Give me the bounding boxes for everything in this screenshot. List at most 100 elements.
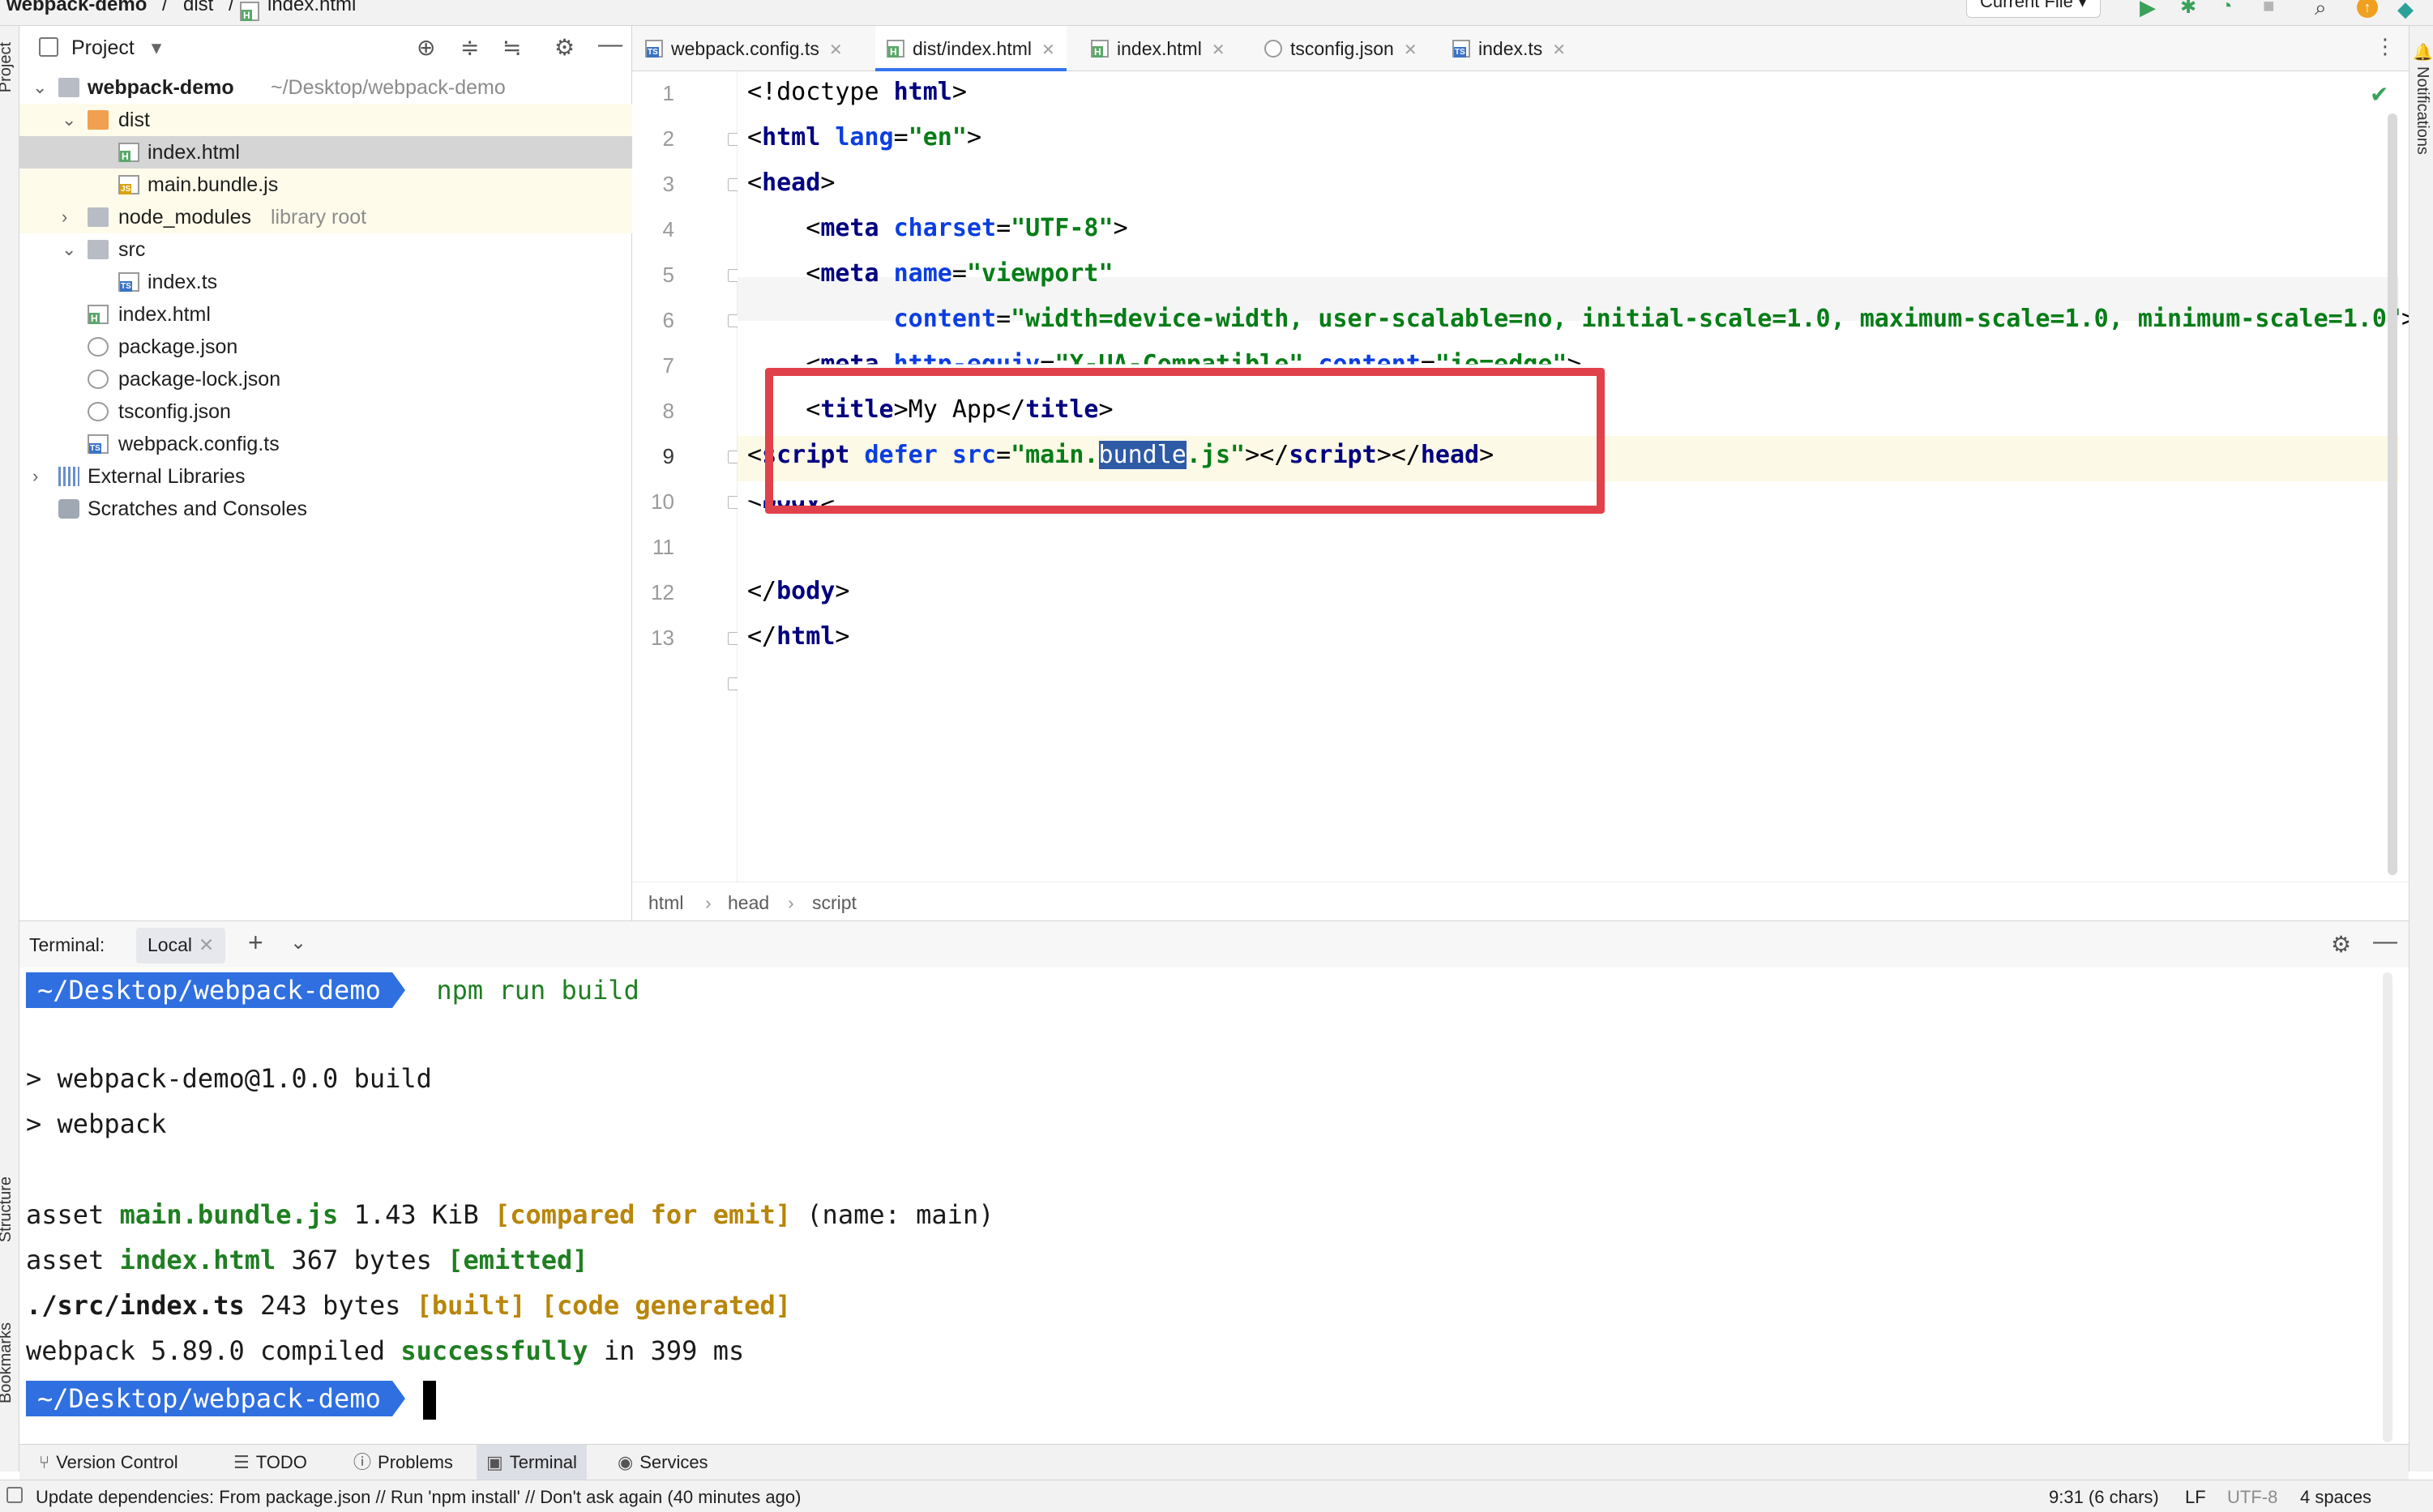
line-separator[interactable]: LF — [2185, 1487, 2206, 1508]
highlight-annotation-box — [765, 368, 1605, 514]
chevron-right-icon[interactable]: › — [62, 201, 67, 233]
terminal-line: asset main.bundle.js 1.43 KiB [compared … — [26, 1199, 994, 1230]
tree-item-scratches[interactable]: Scratches and Consoles — [19, 493, 632, 525]
terminal-line: ./src/index.ts 243 bytes [built] [code g… — [26, 1290, 792, 1321]
update-icon[interactable]: ↑ — [2357, 0, 2378, 18]
terminal-title: Terminal: — [29, 934, 105, 955]
more-tabs-icon[interactable]: ⋮ — [2375, 34, 2396, 59]
breadcrumb-separator: / — [162, 0, 168, 15]
tree-item-package-lock-json[interactable]: package-lock.json — [19, 363, 632, 395]
indent-setting[interactable]: 4 spaces — [2300, 1487, 2371, 1508]
tree-item-dist[interactable]: ⌄ dist — [19, 104, 632, 136]
chevron-right-icon[interactable]: › — [32, 460, 38, 493]
terminal-tab-local[interactable]: Local ✕ — [136, 928, 226, 963]
breadcrumb-folder[interactable]: dist — [183, 0, 213, 16]
terminal-scrollbar[interactable] — [2383, 972, 2392, 1442]
tree-item-external-libraries[interactable]: › External Libraries — [19, 460, 632, 493]
expand-all-icon[interactable]: ≑ — [460, 34, 479, 61]
close-icon[interactable]: ✕ — [1041, 41, 1055, 59]
collapse-all-icon[interactable]: ≒ — [502, 34, 522, 61]
json-file-icon — [88, 337, 109, 357]
navigation-bar: webpack-demo / dist / index.html Current… — [0, 0, 2433, 26]
tree-item-node-modules[interactable]: › node_modules library root — [19, 201, 632, 233]
editor-scrollbar[interactable] — [2388, 113, 2397, 875]
debug-icon[interactable]: ✱ — [2180, 0, 2196, 19]
tool-window-todo[interactable]: ☰ TODO — [224, 1445, 317, 1480]
stop-icon[interactable]: ■ — [2263, 0, 2275, 18]
tool-window-services[interactable]: ◉ Services — [608, 1445, 718, 1480]
tool-window-label: Problems — [378, 1452, 453, 1472]
tree-item-label: node_modules — [118, 206, 252, 229]
structure-tool-button[interactable]: Structure — [0, 1177, 15, 1242]
line-number-current: 9 — [662, 444, 674, 468]
ts-file-icon — [1452, 39, 1470, 58]
code-line-13: </html> — [747, 622, 850, 651]
hide-icon[interactable]: — — [2373, 928, 2397, 955]
chevron-down-icon[interactable]: ⌄ — [62, 233, 76, 266]
tab-tsconfig-json[interactable]: tsconfig.json ✕ — [1264, 26, 1417, 71]
tree-item-main-bundle-js[interactable]: main.bundle.js — [19, 169, 632, 201]
inspection-ok-icon[interactable]: ✔ — [2370, 81, 2388, 108]
tree-item-package-json[interactable]: package.json — [19, 331, 632, 363]
html-file-icon — [240, 2, 259, 21]
tool-window-version-control[interactable]: ⑂ Version Control — [29, 1445, 188, 1480]
close-icon[interactable]: ✕ — [1552, 41, 1566, 59]
notifications-icon[interactable]: 🔔 — [2413, 42, 2433, 62]
plugin-icon[interactable]: ◆ — [2397, 0, 2414, 22]
chevron-down-icon[interactable]: ⌄ — [290, 931, 306, 955]
tab-webpack-config-ts[interactable]: webpack.config.ts ✕ — [645, 26, 843, 71]
line-number: 12 — [651, 580, 674, 604]
tool-window-problems[interactable]: ⓘ Problems — [344, 1445, 463, 1480]
close-icon[interactable]: ✕ — [199, 934, 214, 955]
gear-icon[interactable]: ⚙ — [2331, 931, 2351, 958]
tab-index-html[interactable]: index.html ✕ — [1091, 26, 1225, 71]
line-number: 7 — [662, 353, 674, 378]
breadcrumb-html[interactable]: html — [648, 892, 683, 914]
run-configuration-dropdown[interactable]: Current File ▾ — [1966, 0, 2101, 18]
breadcrumb-project[interactable]: webpack-demo — [6, 0, 147, 16]
coverage-icon[interactable]: ◔ — [2221, 0, 2233, 18]
status-message[interactable]: Update dependencies: From package.json /… — [36, 1487, 801, 1508]
tree-item-index-html[interactable]: index.html — [19, 298, 632, 331]
chevron-down-icon[interactable]: ⌄ — [32, 71, 47, 104]
toggle-tool-windows-icon[interactable] — [6, 1487, 23, 1503]
search-icon[interactable]: ⌕ — [2315, 0, 2327, 21]
tree-item-index-ts[interactable]: index.ts — [19, 266, 632, 298]
html-file-icon — [118, 143, 139, 162]
caret-position[interactable]: 9:31 (6 chars) — [2049, 1487, 2159, 1508]
html-file-icon — [1091, 39, 1109, 58]
gear-icon[interactable]: ⚙ — [554, 34, 575, 61]
breadcrumb-script[interactable]: script — [812, 892, 857, 914]
tree-item-index-html-selected[interactable]: index.html — [19, 136, 632, 169]
project-tool-button[interactable]: Project — [0, 42, 15, 92]
tab-dist-index-html[interactable]: dist/index.html ✕ — [875, 26, 1067, 71]
terminal-output[interactable]: ~/Desktop/webpack-demo npm run build > w… — [19, 967, 2409, 1444]
tree-item-webpack-demo[interactable]: ⌄ webpack-demo ~/Desktop/webpack-demo — [19, 71, 632, 104]
close-icon[interactable]: ✕ — [1212, 41, 1225, 59]
hide-icon[interactable]: — — [598, 31, 622, 58]
project-view-selector[interactable]: Project ▾ — [71, 36, 161, 60]
terminal-command: npm run build — [436, 975, 639, 1006]
bookmarks-tool-button[interactable]: Bookmarks — [0, 1322, 15, 1403]
notifications-tool-button[interactable]: Notifications — [2413, 66, 2431, 155]
file-encoding[interactable]: UTF-8 — [2227, 1487, 2277, 1508]
tab-label: index.html — [1117, 38, 1202, 59]
breadcrumb-separator: / — [229, 0, 234, 15]
json-file-icon — [1264, 39, 1282, 58]
breadcrumb-head[interactable]: head — [728, 892, 769, 914]
select-opened-file-icon[interactable]: ⊕ — [417, 34, 435, 61]
chevron-down-icon[interactable]: ⌄ — [62, 104, 76, 136]
close-icon[interactable]: ✕ — [829, 41, 843, 59]
tree-item-label: dist — [118, 109, 150, 131]
tree-item-tsconfig-json[interactable]: tsconfig.json — [19, 395, 632, 428]
terminal-header: Terminal: Local ✕ + ⌄ ⚙ — — [19, 920, 2409, 967]
breadcrumb-file[interactable]: index.html — [267, 0, 356, 16]
tool-window-terminal[interactable]: ▣ Terminal — [477, 1445, 587, 1480]
run-icon[interactable]: ▶ — [2140, 0, 2156, 20]
tree-item-src[interactable]: ⌄ src — [19, 233, 632, 266]
tree-item-webpack-config-ts[interactable]: webpack.config.ts — [19, 428, 632, 460]
close-icon[interactable]: ✕ — [1404, 41, 1417, 59]
tab-index-ts[interactable]: index.ts ✕ — [1452, 26, 1566, 71]
terminal-tab-label: Local — [148, 934, 192, 955]
new-terminal-icon[interactable]: + — [248, 928, 263, 958]
